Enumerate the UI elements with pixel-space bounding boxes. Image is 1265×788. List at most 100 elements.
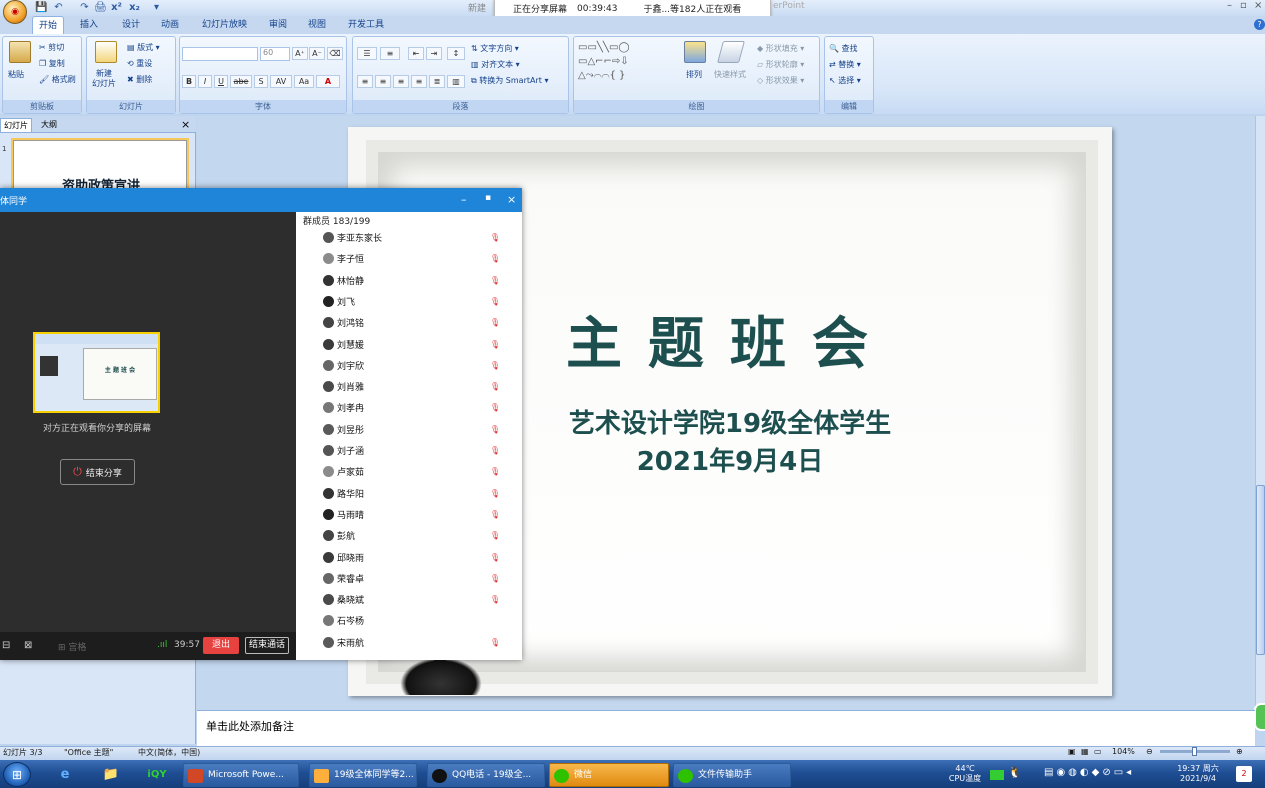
- normal-view-icon[interactable]: ▣: [1068, 747, 1076, 756]
- text-direction-button[interactable]: ⇅ 文字方向 ▾: [471, 43, 519, 54]
- maximize-icon[interactable]: ▫: [1240, 0, 1247, 11]
- align-right-button[interactable]: ≡: [393, 75, 409, 88]
- char-spacing-button[interactable]: AV: [270, 75, 292, 88]
- exit-button[interactable]: 退出: [203, 637, 239, 654]
- member-row[interactable]: 刘宇欣: [323, 355, 503, 376]
- strikethrough-button[interactable]: abe: [230, 75, 252, 88]
- customize-toolbar-icon[interactable]: ▾: [150, 1, 163, 14]
- end-share-button[interactable]: ⏻ 结束分享: [60, 459, 135, 485]
- line-spacing-button[interactable]: ↕: [447, 47, 465, 60]
- notes-placeholder[interactable]: 单击此处添加备注: [206, 718, 294, 734]
- office-button[interactable]: ◉: [3, 0, 27, 24]
- zoom-out-icon[interactable]: ⊖: [1146, 747, 1153, 756]
- grow-font-button[interactable]: A⁺: [292, 47, 308, 60]
- screen-share-icon[interactable]: ⊟: [2, 640, 10, 651]
- shape-effects-button[interactable]: ◇ 形状效果 ▾: [757, 75, 804, 86]
- member-row[interactable]: 宋雨航: [323, 632, 503, 653]
- member-row[interactable]: 刘肖雅: [323, 376, 503, 397]
- member-row[interactable]: 桑晓斌: [323, 589, 503, 610]
- print-preview-icon[interactable]: 🖨: [94, 1, 107, 14]
- cpu-temp[interactable]: 44℃ CPU温度: [944, 764, 986, 784]
- member-row[interactable]: 李亚东家长: [323, 227, 503, 248]
- delete-slide-button[interactable]: ✖ 删除: [127, 74, 152, 85]
- close-pane-icon[interactable]: ×: [178, 118, 193, 132]
- member-row[interactable]: 荣睿卓: [323, 568, 503, 589]
- sorter-view-icon[interactable]: ▦: [1081, 747, 1089, 756]
- taskbar-item-powerpoint[interactable]: Microsoft Powe...: [183, 763, 299, 787]
- reset-button[interactable]: ⟲ 重设: [127, 58, 152, 69]
- cut-button[interactable]: ✂ 剪切: [39, 42, 64, 53]
- shape-outline-button[interactable]: ▱ 形状轮廓 ▾: [757, 59, 804, 70]
- taskbar-item-wechat[interactable]: 微信: [549, 763, 669, 787]
- copy-button[interactable]: ❐ 复制: [39, 58, 65, 69]
- shrink-font-button[interactable]: A⁻: [309, 47, 325, 60]
- help-icon[interactable]: ?: [1254, 19, 1265, 30]
- end-call-button[interactable]: 结束通话: [245, 637, 289, 654]
- columns-button[interactable]: ▥: [447, 75, 465, 88]
- iqiyi-icon[interactable]: iQY: [142, 763, 172, 787]
- explorer-icon[interactable]: 📁: [96, 763, 126, 787]
- tab-review[interactable]: 审阅: [263, 16, 293, 34]
- member-row[interactable]: 刘飞: [323, 291, 503, 312]
- zoom-slider-knob[interactable]: [1192, 747, 1197, 756]
- new-slide-icon[interactable]: [95, 41, 117, 63]
- member-row[interactable]: 石岑杨: [323, 610, 503, 631]
- quick-styles-button[interactable]: 快速样式: [714, 69, 746, 80]
- numbering-button[interactable]: ≡: [380, 47, 400, 60]
- taskbar-item-file-transfer[interactable]: 文件传输助手: [673, 763, 791, 787]
- replace-button[interactable]: ⇄ 替换 ▾: [829, 59, 861, 70]
- tray-icons[interactable]: ▤◉◍◐◆⊘▭◂: [1044, 768, 1170, 778]
- minimize-icon[interactable]: –: [1227, 0, 1232, 11]
- member-row[interactable]: 路华阳: [323, 483, 503, 504]
- shapes-gallery[interactable]: ▭▭╲╲▭◯ ▭△⌐⌐⇨⇩ △⤳⌒⌒{ }: [578, 41, 630, 83]
- member-row[interactable]: 邱晓雨: [323, 547, 503, 568]
- select-button[interactable]: ↖ 选择 ▾: [829, 75, 861, 86]
- arrange-button[interactable]: 排列: [686, 69, 702, 80]
- shape-fill-button[interactable]: ◆ 形状填充 ▾: [757, 43, 804, 54]
- paste-button[interactable]: 粘贴: [8, 69, 24, 80]
- smartart-button[interactable]: ⧉ 转换为 SmartArt ▾: [471, 75, 548, 86]
- underline-button[interactable]: U: [214, 75, 228, 88]
- paste-icon[interactable]: [9, 41, 31, 63]
- scrollbar-thumb[interactable]: [1256, 485, 1265, 655]
- layout-button[interactable]: ▤ 版式 ▾: [127, 42, 160, 53]
- quick-styles-icon[interactable]: [717, 41, 745, 63]
- tab-slideshow[interactable]: 幻灯片放映: [196, 16, 253, 34]
- zoom-in-icon[interactable]: ⊕: [1236, 747, 1243, 756]
- clock[interactable]: 19:37 周六 2021/9/4: [1172, 764, 1224, 784]
- member-row[interactable]: 刘慧媛: [323, 334, 503, 355]
- notification-icon[interactable]: 2: [1236, 766, 1252, 782]
- italic-button[interactable]: I: [198, 75, 212, 88]
- new-slide-button[interactable]: 新建 幻灯片: [92, 69, 116, 89]
- format-painter-button[interactable]: 🖌 格式刷: [39, 74, 76, 85]
- clear-format-button[interactable]: ⌫: [327, 47, 343, 60]
- qq-close-icon[interactable]: ×: [507, 193, 516, 206]
- bullets-button[interactable]: ☰: [357, 47, 377, 60]
- language-indicator[interactable]: 中文(简体，中国): [138, 747, 200, 758]
- shadow-button[interactable]: S: [254, 75, 268, 88]
- slideshow-view-icon[interactable]: ▭: [1094, 747, 1102, 756]
- change-case-button[interactable]: Aa: [294, 75, 314, 88]
- font-name-input[interactable]: [182, 47, 258, 61]
- align-text-button[interactable]: ▥ 对齐文本 ▾: [471, 59, 520, 70]
- taskbar-item-qq-call[interactable]: QQ电话 - 19级全...: [427, 763, 545, 787]
- font-size-input[interactable]: 60: [260, 47, 290, 61]
- tab-developer[interactable]: 开发工具: [342, 16, 390, 34]
- notes-pane[interactable]: [197, 710, 1255, 746]
- member-row[interactable]: 马雨晴: [323, 504, 503, 525]
- arrange-icon[interactable]: [684, 41, 706, 63]
- redo-icon[interactable]: ↷: [78, 1, 91, 14]
- tab-animation[interactable]: 动画: [155, 16, 185, 34]
- superscript-icon[interactable]: x²: [110, 1, 123, 14]
- start-button[interactable]: ⊞: [3, 762, 31, 787]
- grid-view-button[interactable]: ⊞ 宫格: [58, 640, 86, 653]
- taskbar-item-qq-group[interactable]: 19级全体同学等2...: [309, 763, 417, 787]
- tab-slides-pane[interactable]: 幻灯片: [0, 118, 32, 132]
- close-icon[interactable]: ×: [1254, 0, 1262, 11]
- member-row[interactable]: 林怡静: [323, 270, 503, 291]
- align-left-button[interactable]: ≡: [357, 75, 373, 88]
- member-row[interactable]: 刘鸿铭: [323, 312, 503, 333]
- member-row[interactable]: 刘孝冉: [323, 397, 503, 418]
- save-icon[interactable]: 💾: [35, 1, 48, 14]
- whiteboard-icon[interactable]: ⊠: [24, 640, 32, 651]
